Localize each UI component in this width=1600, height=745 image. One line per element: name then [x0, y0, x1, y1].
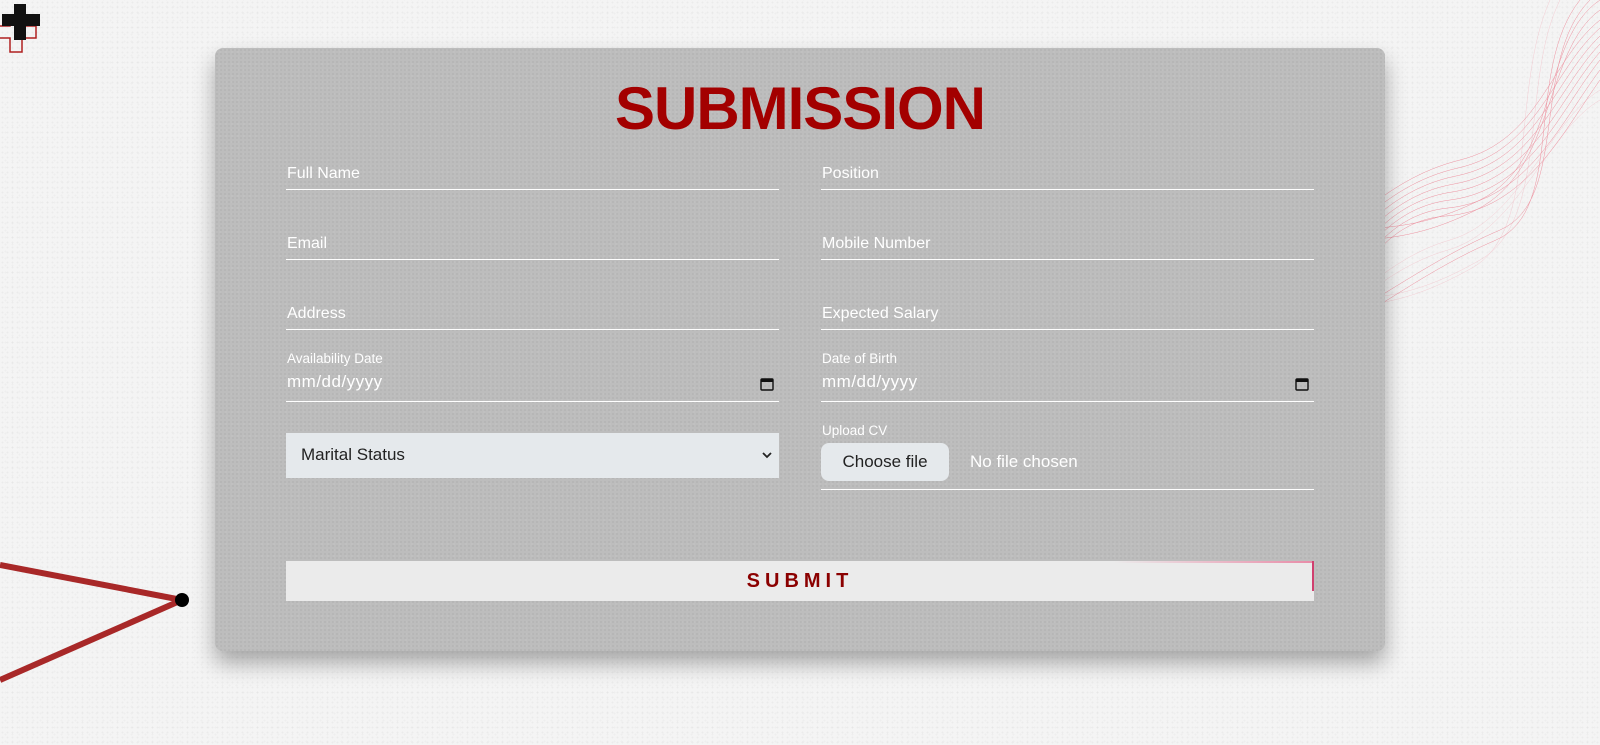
- availability-date-label: Availability Date: [287, 351, 383, 366]
- submit-accent-right: [1312, 561, 1314, 591]
- mobile-number-input[interactable]: Mobile Number: [821, 229, 1314, 260]
- date-of-birth-label: Date of Birth: [822, 351, 898, 366]
- full-name-input[interactable]: Full Name: [286, 160, 779, 190]
- address-placeholder: Address: [287, 305, 346, 322]
- email-placeholder: Email: [287, 235, 328, 252]
- email-input[interactable]: Email: [286, 229, 779, 260]
- expected-salary-input[interactable]: Expected Salary: [821, 299, 1314, 330]
- position-input[interactable]: Position: [821, 160, 1314, 190]
- marital-status-select[interactable]: Marital Status: [286, 433, 779, 478]
- chevron-down-icon: [762, 452, 772, 459]
- form-title: SUBMISSION: [614, 75, 986, 142]
- mobile-number-placeholder: Mobile Number: [822, 235, 931, 252]
- availability-date-input[interactable]: Availability Date mm/dd/yyyy: [286, 351, 779, 402]
- full-name-placeholder: Full Name: [287, 165, 360, 182]
- cross-decoration: [0, 4, 40, 53]
- date-of-birth-value: mm/dd/yyyy: [822, 372, 918, 391]
- file-status-text: No file chosen: [970, 452, 1078, 471]
- lines-decoration: [0, 562, 189, 683]
- submit-accent-top: [1114, 561, 1314, 563]
- availability-date-value: mm/dd/yyyy: [287, 372, 383, 391]
- submission-form-card: SUBMISSION Full Name Position Email Mobi…: [215, 48, 1385, 651]
- calendar-icon[interactable]: [760, 377, 774, 391]
- choose-file-button[interactable]: Choose file: [821, 443, 949, 481]
- upload-cv-input: Upload CV Choose file No file chosen: [821, 423, 1314, 490]
- marital-status-selected: Marital Status: [301, 445, 405, 464]
- submit-label: SUBMIT: [746, 570, 854, 592]
- calendar-icon[interactable]: [1295, 377, 1309, 391]
- date-of-birth-input[interactable]: Date of Birth mm/dd/yyyy: [821, 351, 1314, 402]
- expected-salary-placeholder: Expected Salary: [822, 305, 939, 322]
- upload-cv-label: Upload CV: [822, 423, 888, 438]
- submit-button[interactable]: SUBMIT: [286, 561, 1314, 601]
- position-placeholder: Position: [822, 165, 879, 182]
- address-input[interactable]: Address: [286, 299, 779, 330]
